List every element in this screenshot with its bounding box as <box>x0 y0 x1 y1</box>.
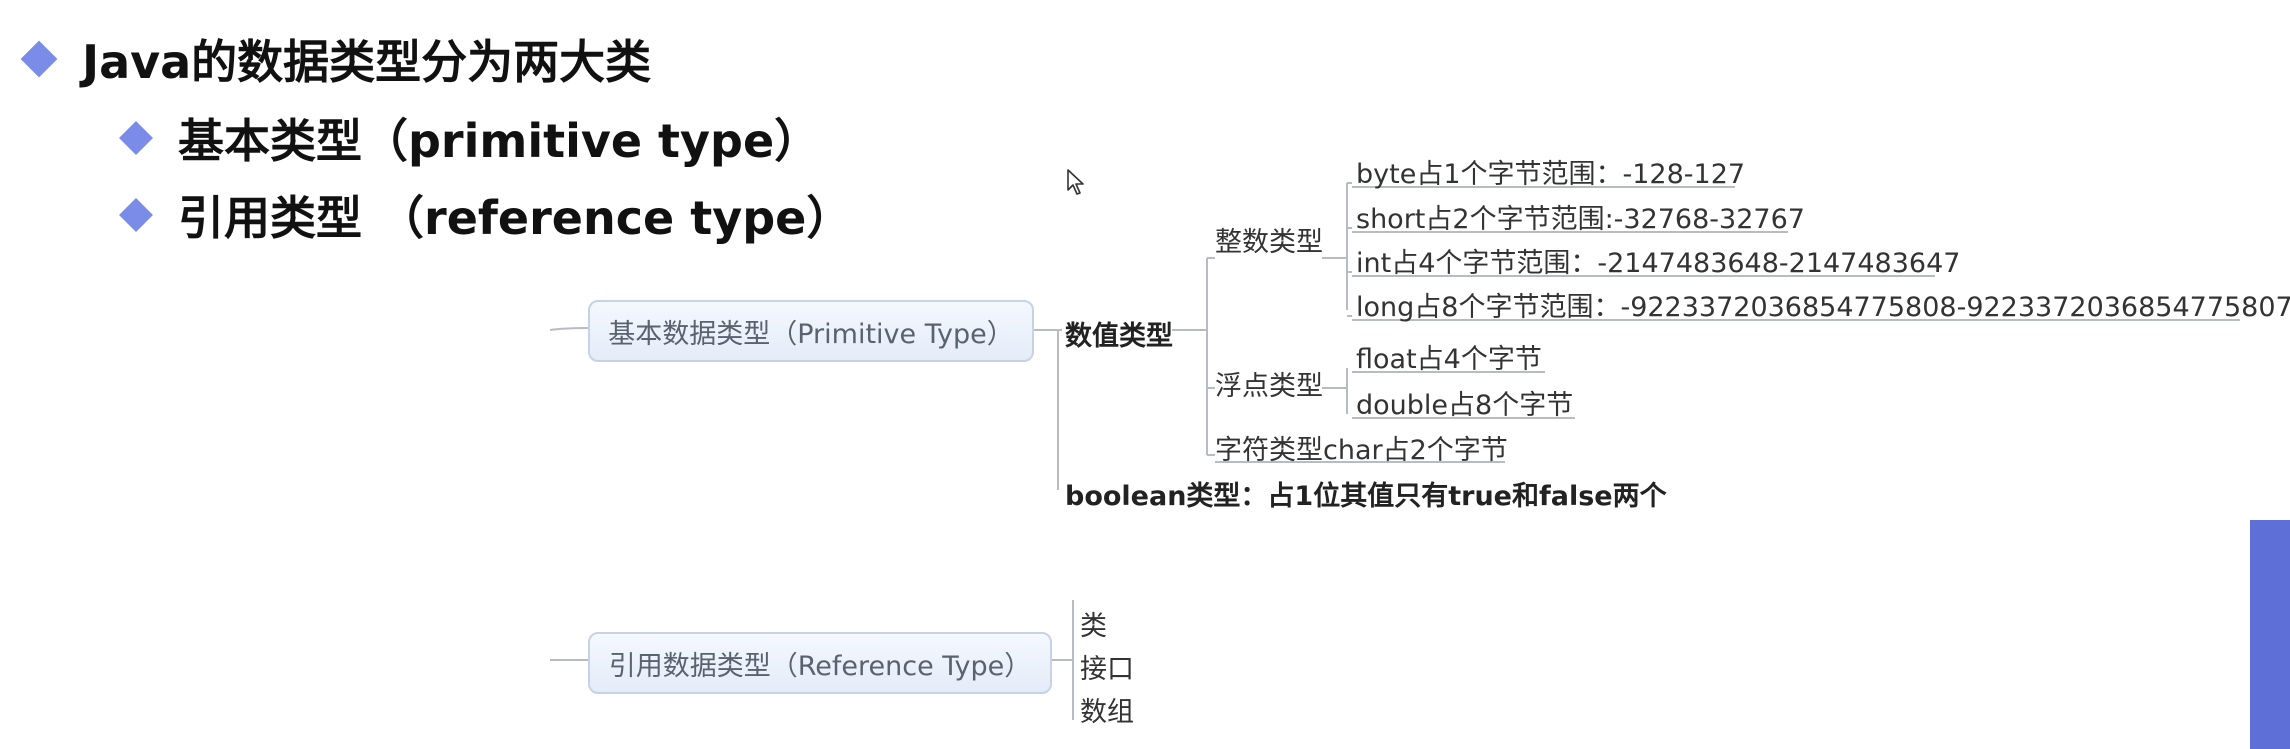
reference-type-node: 引用数据类型（Reference Type） <box>588 632 1052 694</box>
reference-node-label: 引用数据类型（Reference Type） <box>608 650 1032 682</box>
int-item: int占4个字节范围：-2147483648-2147483647 <box>1356 248 1961 279</box>
mouse-cursor-icon <box>1067 169 1084 195</box>
mindmap-connectors <box>549 182 2240 720</box>
ref-item-array: 数组 <box>1080 697 1134 728</box>
ref-item-class: 类 <box>1080 611 1107 642</box>
numeric-type-label: 数值类型 <box>1065 321 1173 352</box>
long-item: long占8个字节范围：-9223372036854775808-9223372… <box>1356 292 2290 323</box>
float-type-label: 浮点类型 <box>1215 371 1323 402</box>
primitive-node-label: 基本数据类型（Primitive Type） <box>608 318 1014 350</box>
integer-type-label: 整数类型 <box>1215 227 1323 258</box>
char-item: 字符类型char占2个字节 <box>1215 435 1508 466</box>
float-item: float占4个字节 <box>1356 344 1542 375</box>
corner-decoration <box>2250 520 2290 749</box>
double-item: double占8个字节 <box>1356 390 1574 421</box>
short-item: short占2个字节范围:-32768-32767 <box>1356 204 1805 235</box>
boolean-item: boolean类型：占1位其值只有true和false两个 <box>1065 481 1667 512</box>
byte-item: byte占1个字节范围：-128-127 <box>1356 159 1746 190</box>
ref-item-interface: 接口 <box>1080 654 1134 685</box>
primitive-type-node: 基本数据类型（Primitive Type） <box>588 300 1034 362</box>
